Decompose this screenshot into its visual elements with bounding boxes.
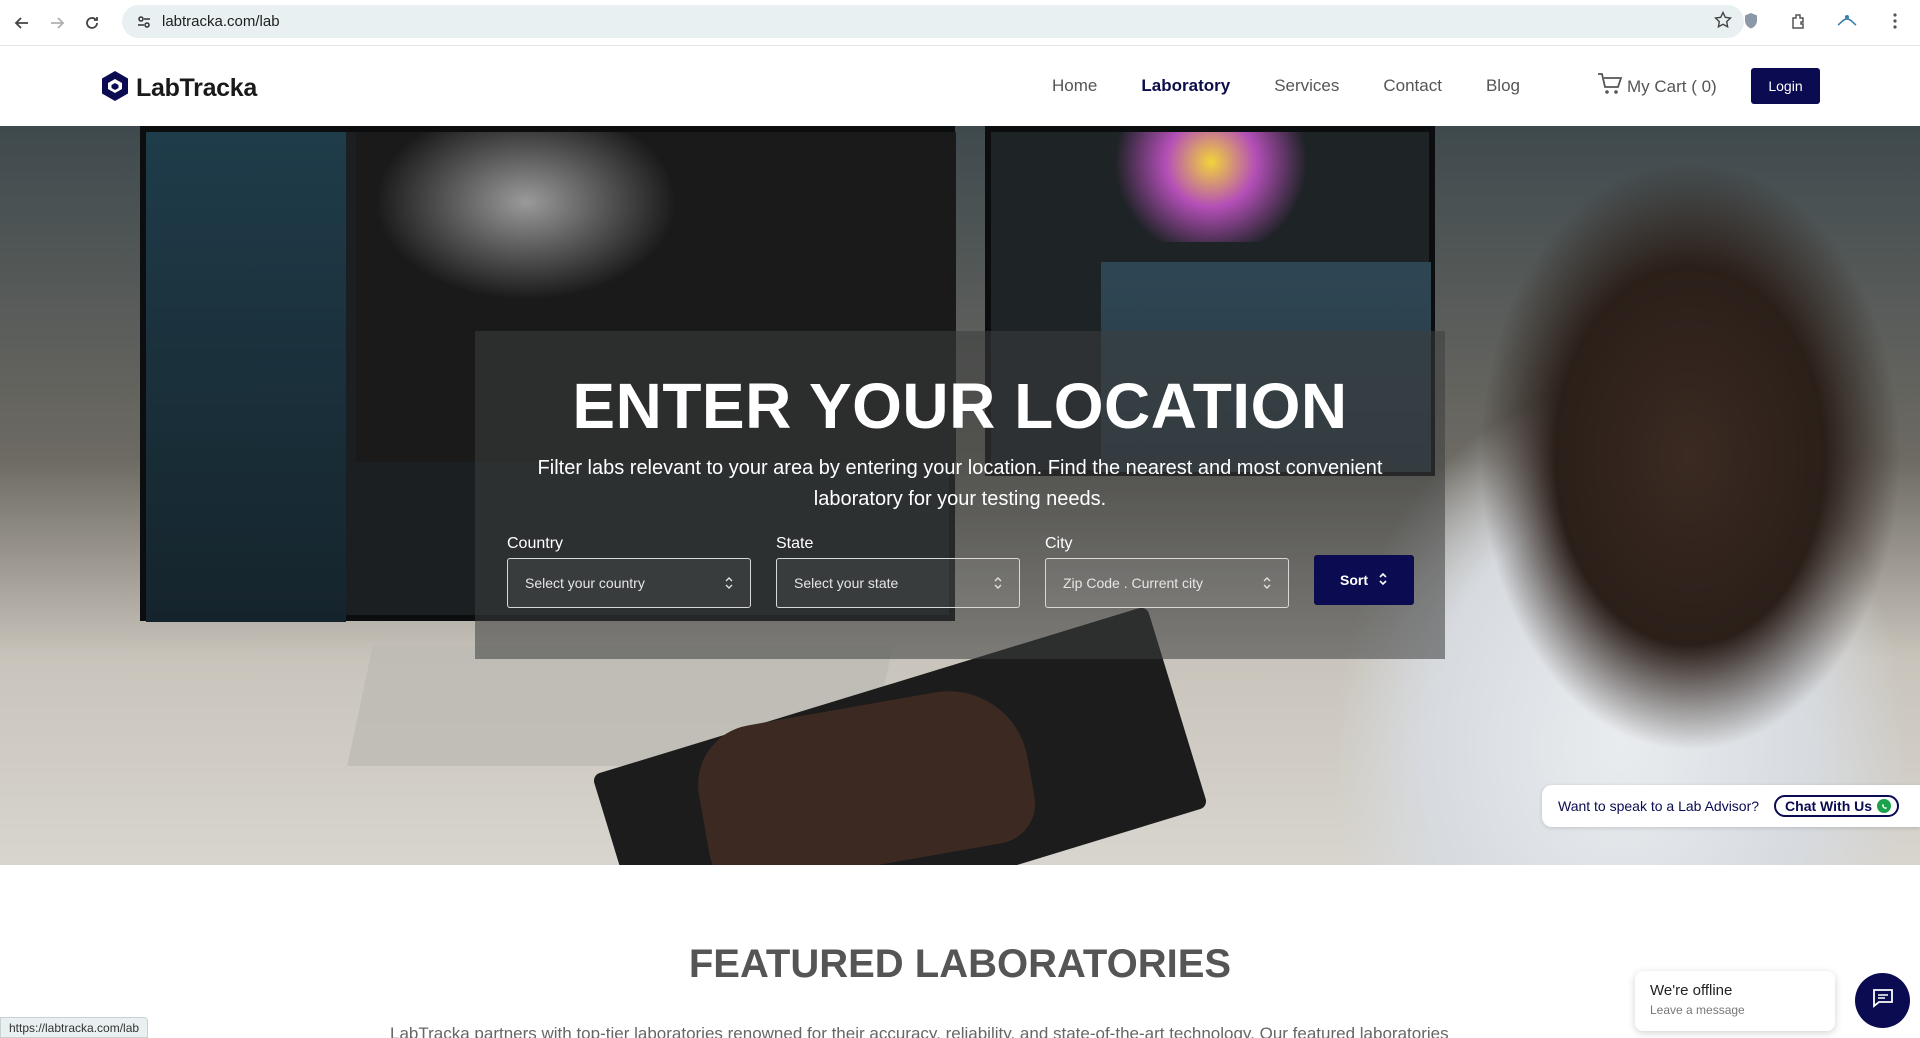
extensions-icon[interactable] <box>1788 10 1810 32</box>
sort-label: Sort <box>1340 572 1368 588</box>
profile-icon[interactable] <box>1836 10 1858 32</box>
cart-icon <box>1597 72 1623 101</box>
logo[interactable]: LabTracka <box>100 70 257 107</box>
hero-title: ENTER YOUR LOCATION <box>572 370 1348 442</box>
nav-laboratory[interactable]: Laboratory <box>1141 76 1230 96</box>
star-icon[interactable] <box>1713 10 1733 34</box>
nav-contact[interactable]: Contact <box>1383 76 1442 96</box>
hero-subtitle: Filter labs relevant to your area by ent… <box>537 457 1383 510</box>
offline-chat-bubble[interactable]: We're offline Leave a message <box>1635 971 1835 1031</box>
chat-with-us-label: Chat With Us <box>1785 798 1873 814</box>
status-url: https://labtracka.com/lab <box>0 1017 149 1038</box>
offline-subtitle: Leave a message <box>1650 1003 1745 1017</box>
state-placeholder: Select your state <box>794 575 899 591</box>
featured-title: FEATURED LABORATORIES <box>688 942 1232 986</box>
offline-title: We're offline <box>1650 982 1733 999</box>
city-field: City Zip Code . Current city <box>1045 535 1289 608</box>
country-label: Country <box>507 535 564 552</box>
whatsapp-icon <box>1877 799 1892 813</box>
logo-icon <box>100 70 130 107</box>
main-nav: Home Laboratory Services Contact Blog <box>1052 46 1520 126</box>
browser-toolbar: labtracka.com/lab <box>0 0 1920 46</box>
chevron-updown-icon <box>1262 575 1272 594</box>
state-label: State <box>776 535 814 552</box>
city-placeholder: Zip Code . Current city <box>1063 575 1204 591</box>
sort-button[interactable]: Sort <box>1314 555 1414 605</box>
country-placeholder: Select your country <box>525 575 645 591</box>
chevron-updown-icon <box>724 575 734 594</box>
state-select[interactable]: Select your state <box>776 558 1020 608</box>
chat-icon <box>1872 988 1894 1013</box>
city-label: City <box>1045 535 1073 552</box>
forward-icon[interactable] <box>44 10 70 36</box>
reload-icon[interactable] <box>79 10 105 36</box>
country-field: Country Select your country <box>507 535 751 608</box>
shield-icon[interactable] <box>1740 10 1762 32</box>
nav-home[interactable]: Home <box>1052 76 1097 96</box>
nav-services[interactable]: Services <box>1274 76 1339 96</box>
login-button[interactable]: Login <box>1751 68 1820 104</box>
cart-link[interactable]: My Cart ( 0) <box>1597 72 1717 101</box>
chevron-updown-icon <box>993 575 1003 594</box>
nav-blog[interactable]: Blog <box>1486 76 1520 96</box>
url-text[interactable]: labtracka.com/lab <box>162 13 280 30</box>
advisor-text: Want to speak to a Lab Advisor? <box>1558 798 1760 814</box>
address-bar[interactable]: labtracka.com/lab <box>122 5 1744 38</box>
chat-with-us-button[interactable]: Chat With Us <box>1774 795 1900 817</box>
extension-area <box>1740 10 1906 32</box>
back-icon[interactable] <box>9 10 35 36</box>
location-filter-panel: ENTER YOUR LOCATION Filter labs relevant… <box>475 331 1445 659</box>
site-header: LabTracka Home Laboratory Services Conta… <box>0 46 1920 126</box>
chat-launcher-button[interactable] <box>1855 973 1910 1028</box>
country-select[interactable]: Select your country <box>507 558 751 608</box>
city-select[interactable]: Zip Code . Current city <box>1045 558 1289 608</box>
menu-icon[interactable] <box>1884 10 1906 32</box>
logo-text: LabTracka <box>136 74 257 102</box>
site-info-icon[interactable] <box>134 12 154 32</box>
hero-section: ENTER YOUR LOCATION Filter labs relevant… <box>0 126 1920 865</box>
featured-description: LabTracka partners with top-tier laborat… <box>390 1024 1449 1038</box>
lab-advisor-bar: Want to speak to a Lab Advisor? Chat Wit… <box>1542 785 1920 827</box>
state-field: State Select your state <box>776 535 1020 608</box>
chevron-updown-icon <box>1378 571 1388 590</box>
cart-label: My Cart ( 0) <box>1627 76 1717 96</box>
